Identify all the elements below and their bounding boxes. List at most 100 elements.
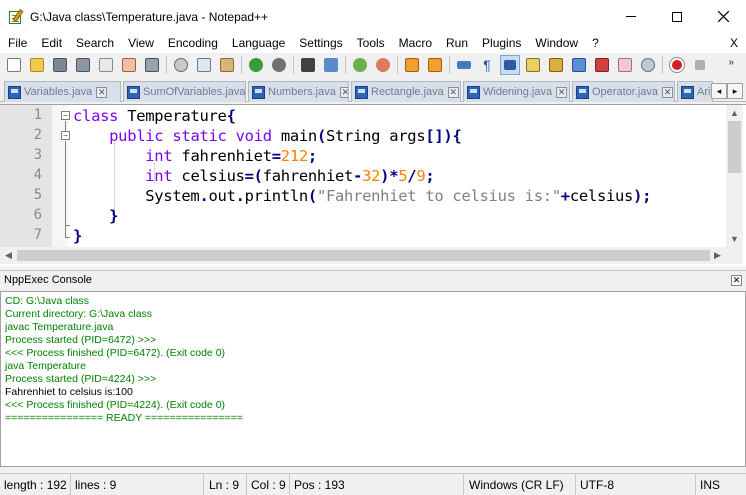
sync-vertical-button[interactable] xyxy=(402,55,422,75)
menu-item-run[interactable]: Run xyxy=(438,33,474,53)
tab-scroll-left-button[interactable]: ◂ xyxy=(711,83,727,99)
menu-item-search[interactable]: Search xyxy=(68,33,120,53)
tab-variables[interactable]: Variables.java ✕ xyxy=(4,81,121,102)
stop-recording-button[interactable] xyxy=(690,55,710,75)
code-token: 5 xyxy=(398,167,408,185)
code-token: ); xyxy=(633,187,652,205)
menu-item-help[interactable]: ? xyxy=(584,33,605,53)
zoom-out-button[interactable] xyxy=(373,55,393,75)
tab-close-icon[interactable]: ✕ xyxy=(447,86,459,98)
close-document-button[interactable]: X xyxy=(730,33,738,53)
close-all-button[interactable] xyxy=(119,55,139,75)
menu-item-settings[interactable]: Settings xyxy=(291,33,348,53)
pilcrow-icon: ¶ xyxy=(483,57,491,73)
document-map-button[interactable] xyxy=(546,55,566,75)
code-token: )* xyxy=(380,167,399,185)
menu-item-macro[interactable]: Macro xyxy=(391,33,438,53)
maximize-icon xyxy=(672,11,682,22)
document-list-icon xyxy=(595,58,609,72)
code-token: = xyxy=(271,147,281,165)
line-number: 6 xyxy=(33,207,42,223)
copy-button[interactable] xyxy=(194,55,214,75)
user-defined-language-button[interactable] xyxy=(523,55,543,75)
scroll-right-icon[interactable]: ▶ xyxy=(709,247,726,264)
function-list-button[interactable] xyxy=(569,55,589,75)
menu-item-encoding[interactable]: Encoding xyxy=(160,33,224,53)
open-file-button[interactable] xyxy=(27,55,47,75)
tab-rectangle[interactable]: Rectangle.java ✕ xyxy=(351,81,461,102)
java-file-icon xyxy=(681,85,694,99)
java-file-icon xyxy=(8,85,21,99)
maximize-button[interactable] xyxy=(654,0,700,33)
status-insert-mode: INS xyxy=(700,478,721,492)
scroll-down-icon[interactable]: ▼ xyxy=(726,231,743,247)
tab-scroll-right-button[interactable]: ▸ xyxy=(727,83,743,99)
tab-close-icon[interactable]: ✕ xyxy=(556,86,568,98)
tab-operator[interactable]: Operator.java ✕ xyxy=(572,81,675,102)
code-token: / xyxy=(407,167,417,185)
tab-close-icon[interactable]: ✕ xyxy=(662,86,674,98)
undo-button[interactable] xyxy=(246,55,266,75)
toolbar-overflow-icon[interactable]: » xyxy=(728,57,734,68)
console-line: Current directory: G:\Java class xyxy=(5,308,153,320)
console-line: <<< Process finished (PID=6472). (Exit c… xyxy=(5,347,226,359)
code-editor[interactable]: 1 2 3 4 5 6 7 − − class Temperature{ public st… xyxy=(0,104,746,266)
record-macro-button[interactable] xyxy=(667,55,687,75)
menu-item-file[interactable]: File xyxy=(0,33,33,53)
scroll-left-icon[interactable]: ◀ xyxy=(0,247,17,264)
console-line: Process started (PID=4224) >>> xyxy=(5,373,157,385)
menu-item-language[interactable]: Language xyxy=(224,33,291,53)
code-token: System xyxy=(73,187,200,205)
replace-icon xyxy=(324,58,338,72)
vertical-scrollbar[interactable]: ▲ ▼ xyxy=(726,105,743,247)
tab-sumofvariables[interactable]: SumOfVariables.java ✕ xyxy=(123,81,246,102)
new-file-button[interactable] xyxy=(4,55,24,75)
sync-horizontal-button[interactable] xyxy=(425,55,445,75)
menu-item-view[interactable]: View xyxy=(120,33,160,53)
scroll-up-icon[interactable]: ▲ xyxy=(726,105,743,121)
replace-button[interactable] xyxy=(321,55,341,75)
close-file-button[interactable] xyxy=(96,55,116,75)
console-close-icon[interactable]: ✕ xyxy=(731,275,742,286)
indent-guide-icon xyxy=(504,60,516,70)
redo-button[interactable] xyxy=(269,55,289,75)
paste-button[interactable] xyxy=(217,55,237,75)
java-file-icon xyxy=(127,85,140,99)
find-button[interactable] xyxy=(298,55,318,75)
code-token: println xyxy=(244,187,309,205)
minimize-button[interactable] xyxy=(608,0,654,33)
code-token: void xyxy=(235,127,272,145)
tab-close-icon[interactable]: ✕ xyxy=(96,86,108,98)
save-all-button[interactable] xyxy=(73,55,93,75)
document-list-button[interactable] xyxy=(592,55,612,75)
tab-widening[interactable]: Widening.java ✕ xyxy=(463,81,570,102)
word-wrap-button[interactable] xyxy=(454,55,474,75)
cut-button[interactable] xyxy=(171,55,191,75)
redo-icon xyxy=(272,58,286,72)
sync-horizontal-icon xyxy=(428,58,442,72)
menu-item-tools[interactable]: Tools xyxy=(349,33,391,53)
save-button[interactable] xyxy=(50,55,70,75)
menu-item-window[interactable]: Window xyxy=(527,33,584,53)
close-window-button[interactable] xyxy=(700,0,746,33)
zoom-in-button[interactable] xyxy=(350,55,370,75)
vertical-scroll-thumb[interactable] xyxy=(728,121,741,173)
console-output[interactable]: CD: G:\Java class Current directory: G:\J… xyxy=(0,291,746,467)
tab-arithmetic[interactable]: Arit xyxy=(677,81,713,102)
tab-close-icon[interactable]: ✕ xyxy=(339,86,348,98)
status-line-number: Ln : 9 xyxy=(205,474,247,495)
horizontal-scrollbar[interactable]: ◀ ▶ xyxy=(0,247,726,264)
print-button[interactable] xyxy=(142,55,162,75)
horizontal-scroll-thumb[interactable] xyxy=(17,250,710,261)
monitoring-button[interactable] xyxy=(638,55,658,75)
tab-numbers[interactable]: Numbers.java ✕ xyxy=(248,81,349,102)
indent-guide-button[interactable] xyxy=(500,55,520,75)
menu-item-plugins[interactable]: Plugins xyxy=(474,33,527,53)
fold-toggle-icon[interactable]: − xyxy=(61,131,70,140)
folder-as-workspace-button[interactable] xyxy=(615,55,635,75)
console-line: ================ READY ================ xyxy=(5,412,244,424)
show-all-characters-button[interactable]: ¶ xyxy=(477,55,497,75)
fold-toggle-icon[interactable]: − xyxy=(61,111,70,120)
menu-item-edit[interactable]: Edit xyxy=(33,33,68,53)
